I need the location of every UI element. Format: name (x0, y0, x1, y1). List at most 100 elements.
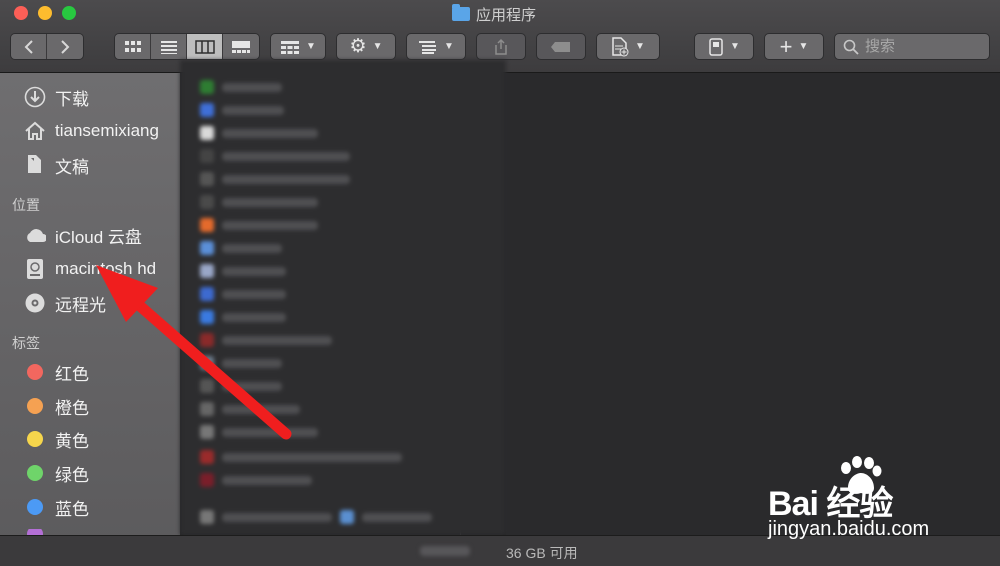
cloud-icon (24, 224, 46, 246)
tag-color-dot (27, 499, 43, 515)
sidebar: 下载 tiansemixiang 文稿 位置 iCloud 云盘 macinto… (0, 73, 180, 566)
sidebar-item-remote-disc[interactable]: 远程光 (24, 291, 106, 315)
sidebar-item-label: iCloud 云盘 (55, 227, 142, 247)
chevron-down-icon: ▼ (372, 41, 383, 52)
list-item[interactable] (200, 80, 282, 94)
sidebar-tag-orange[interactable]: 橙色 (24, 394, 89, 418)
tags-button[interactable] (536, 33, 586, 60)
tag-color-dot (27, 364, 43, 380)
maximize-window-button[interactable] (62, 6, 76, 20)
minimize-window-button[interactable] (38, 6, 52, 20)
chevron-down-icon: ▼ (730, 41, 740, 52)
storage-icon (709, 37, 723, 56)
tag-color-dot (27, 398, 43, 414)
list-view-button[interactable] (151, 34, 187, 59)
sidebar-tag-yellow[interactable]: 黄色 (24, 427, 89, 451)
application-list-blurred (180, 60, 506, 535)
sidebar-tag-green[interactable]: 绿色 (24, 461, 89, 485)
list-item[interactable] (200, 241, 282, 255)
tag-color-dot (27, 431, 43, 447)
path-bar-blurred (200, 510, 432, 524)
sidebar-item-downloads[interactable]: 下载 (24, 85, 89, 109)
chevron-down-icon: ▼ (635, 41, 645, 52)
search-input[interactable] (865, 38, 975, 55)
share-button[interactable] (476, 33, 526, 60)
sidebar-section-locations: 位置 (12, 197, 40, 213)
group-button[interactable]: ▼ (270, 33, 326, 60)
column-view-button[interactable] (187, 34, 223, 59)
sidebar-item-label: tiansemixiang (55, 121, 159, 140)
list-item[interactable] (200, 172, 350, 186)
plus-icon: + (779, 33, 793, 59)
sidebar-section-tags: 标签 (12, 335, 40, 351)
columns-icon (194, 39, 215, 54)
watermark-url: jingyan.baidu.com (768, 518, 930, 540)
documents-icon (24, 154, 46, 176)
list-item[interactable] (200, 126, 318, 140)
list-item[interactable] (200, 287, 286, 301)
window-title: 应用程序 (452, 4, 536, 24)
storage-button[interactable]: ▼ (694, 33, 754, 60)
nav-buttons (10, 33, 84, 60)
sidebar-item-home[interactable]: tiansemixiang (24, 119, 159, 143)
chevron-left-icon (24, 39, 33, 54)
list-item[interactable] (200, 264, 286, 278)
new-document-button[interactable]: ▼ (596, 33, 660, 60)
search-icon (843, 39, 859, 55)
list-item[interactable] (200, 333, 332, 347)
gallery-view-button[interactable] (223, 34, 259, 59)
list-icon (160, 40, 177, 54)
list-item[interactable] (200, 473, 312, 487)
sidebar-item-icloud[interactable]: iCloud 云盘 (24, 223, 142, 247)
chevron-down-icon: ▼ (444, 41, 454, 52)
new-document-icon (612, 36, 629, 56)
list-item[interactable] (200, 195, 318, 209)
status-blurred-count (420, 546, 470, 556)
baidu-watermark: Bai 经验 jingyan.baidu.com (762, 452, 990, 552)
sidebar-item-label: 文稿 (55, 157, 89, 177)
window-title-text: 应用程序 (476, 6, 537, 24)
back-button[interactable] (11, 34, 47, 59)
add-button[interactable]: + ▼ (764, 33, 824, 60)
sidebar-item-label: 橙色 (55, 398, 89, 418)
disc-icon (24, 292, 46, 314)
group-grid-icon (281, 40, 300, 54)
list-item[interactable] (200, 425, 318, 439)
tag-color-dot (27, 465, 43, 481)
sidebar-tag-blue[interactable]: 蓝色 (24, 495, 89, 519)
view-mode-segment (114, 33, 260, 60)
sidebar-item-label: 远程光 (55, 295, 106, 315)
harddisk-icon (24, 258, 46, 280)
share-icon (495, 38, 507, 55)
download-icon (24, 86, 46, 108)
arrange-button[interactable]: ▼ (406, 33, 466, 60)
list-item[interactable] (200, 450, 402, 464)
sidebar-item-macintosh-hd[interactable]: macintosh hd (24, 257, 156, 281)
chevron-down-icon: ▼ (798, 41, 809, 52)
list-item[interactable] (200, 379, 282, 393)
sidebar-item-label: 红色 (55, 364, 89, 384)
list-item[interactable] (200, 356, 282, 370)
sidebar-item-label: 绿色 (55, 465, 89, 485)
folder-icon (452, 4, 470, 21)
list-item[interactable] (200, 218, 318, 232)
gear-icon: ⚙ (349, 36, 367, 57)
status-free-space: 36 GB 可用 (506, 545, 578, 561)
forward-button[interactable] (47, 34, 83, 59)
tag-icon (551, 41, 570, 52)
list-item[interactable] (200, 310, 286, 324)
action-button[interactable]: ⚙ ▼ (336, 33, 396, 60)
sidebar-item-documents[interactable]: 文稿 (24, 153, 89, 177)
list-item[interactable] (200, 402, 300, 416)
list-item[interactable] (200, 149, 350, 163)
icon-view-button[interactable] (115, 34, 151, 59)
gallery-icon (232, 40, 250, 53)
sidebar-item-label: 黄色 (55, 431, 89, 451)
sidebar-tag-red[interactable]: 红色 (24, 360, 89, 384)
arrange-icon (419, 40, 437, 54)
list-item[interactable] (200, 103, 284, 117)
sidebar-item-label: 蓝色 (55, 499, 89, 519)
close-window-button[interactable] (14, 6, 28, 20)
search-field[interactable] (834, 33, 990, 60)
sidebar-item-label: 下载 (55, 89, 89, 109)
